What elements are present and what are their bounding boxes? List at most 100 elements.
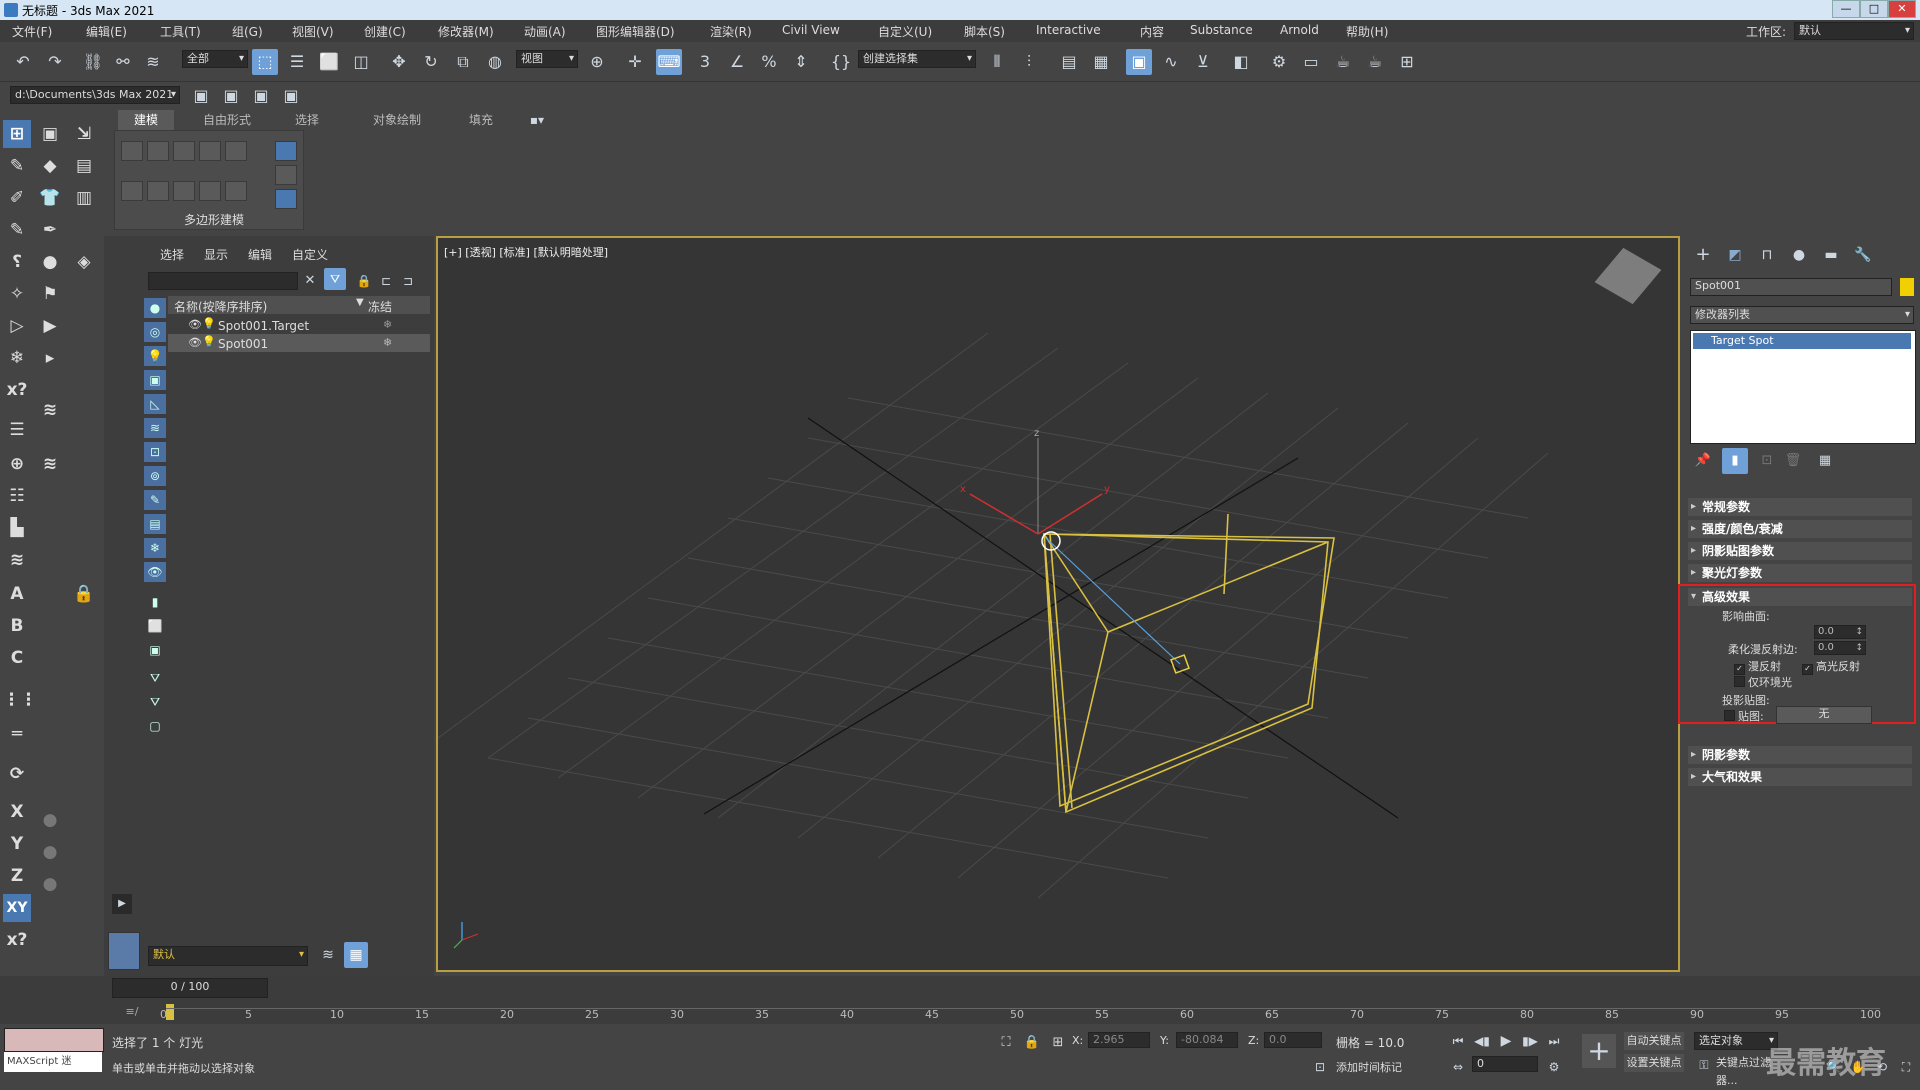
ambient-only-checkbox[interactable]: 仅环境光 [1734, 674, 1792, 690]
ribbon-btn-1[interactable] [121, 141, 143, 161]
shirt-icon[interactable]: 👕 [36, 184, 64, 212]
menu-rendering[interactable]: 渲染(R) [710, 23, 752, 40]
menu-civil-view[interactable]: Civil View [782, 23, 840, 37]
maxscript-listener[interactable] [4, 1028, 104, 1052]
scene-search-input[interactable] [148, 272, 298, 290]
zoom-icon[interactable]: 🔍 [1824, 1054, 1844, 1080]
ribbon-options-icon[interactable]: ▪▾ [522, 110, 552, 130]
menu-scripting[interactable]: 脚本(S) [964, 23, 1005, 40]
material-editor-icon[interactable]: ◧ [1228, 49, 1254, 75]
lasso-icon[interactable]: ✎ [3, 152, 31, 180]
hierarchy-tab-icon[interactable]: ⊓ [1754, 242, 1780, 268]
menu-substance[interactable]: Substance [1190, 23, 1253, 37]
menu-file[interactable]: 文件(F) [12, 23, 52, 40]
menu-edit[interactable]: 编辑(E) [86, 23, 127, 40]
project-folder-icon[interactable]: ▣ [188, 83, 214, 109]
object-icon[interactable]: ▙ [3, 514, 31, 542]
workspace-dropdown[interactable]: 默认 [1794, 22, 1914, 40]
ribbon-btn-8[interactable] [173, 181, 195, 201]
filter-frozen-icon[interactable]: ❄ [144, 538, 166, 558]
layers3-icon[interactable]: ≋ [3, 546, 31, 574]
tool-a-icon[interactable]: ⇲ [70, 120, 98, 148]
wand-icon[interactable]: ✧ [3, 280, 31, 308]
angle-snap-icon[interactable]: ∠ [724, 49, 750, 75]
create-tab-icon[interactable]: + [1690, 242, 1716, 268]
map-checkbox[interactable]: 贴图: [1724, 708, 1764, 724]
render-production-icon[interactable]: ☕ [1330, 49, 1356, 75]
visibility-eye-icon[interactable]: 👁 [188, 336, 202, 349]
open-minicurve-icon[interactable]: ≡/ [122, 1002, 142, 1022]
rendered-frame-icon[interactable]: ▭ [1298, 49, 1324, 75]
lock-selection-icon[interactable]: 🔒 [354, 268, 374, 294]
scene-col-freeze[interactable]: 冻结 [368, 298, 392, 315]
menu-modifiers[interactable]: 修改器(M) [438, 23, 494, 40]
remove-modifier-icon[interactable]: 🗑 [1780, 448, 1806, 474]
project-bookmark-icon[interactable]: ▣ [278, 83, 304, 109]
project-save-icon[interactable]: ▣ [248, 83, 274, 109]
filter-invert-icon[interactable]: ▣ [144, 640, 166, 660]
scene-tab-customize[interactable]: 自定义 [292, 246, 328, 263]
ribbon-tab-selection[interactable]: 选择 [282, 110, 332, 130]
menu-content[interactable]: 内容 [1140, 23, 1164, 40]
rotate-icon[interactable]: ↻ [418, 49, 444, 75]
render-setup-icon[interactable]: ⚙ [1266, 49, 1292, 75]
scene-tab-select[interactable]: 选择 [160, 246, 184, 263]
forward-icon[interactable]: ▶ [36, 312, 64, 340]
layer-manager-icon[interactable]: ▤ [1056, 49, 1082, 75]
clear-search-icon[interactable]: ✕ [300, 268, 320, 294]
rollout-spotlight[interactable]: 聚光灯参数 [1688, 564, 1912, 582]
hook-icon[interactable]: ⸮ [3, 248, 31, 276]
filter-cameras-icon[interactable]: ▣ [144, 370, 166, 390]
object-color-swatch[interactable] [1900, 278, 1914, 296]
ribbon-btn-10[interactable] [225, 181, 247, 201]
move-icon[interactable]: ✥ [386, 49, 412, 75]
utilities-tab-icon[interactable]: 🔧 [1850, 242, 1876, 268]
modifier-stack-item[interactable]: Target Spot [1693, 333, 1911, 349]
isolate-icon[interactable]: ⛶ [996, 1030, 1016, 1056]
show-end-result-icon[interactable]: ▮ [1722, 448, 1748, 474]
selection-lock-icon[interactable]: 🔒 [1022, 1030, 1042, 1056]
close-button[interactable]: ✕ [1888, 0, 1916, 18]
flag-icon[interactable]: ⚑ [36, 280, 64, 308]
perspective-viewport[interactable]: [+] [透视] [标准] [默认明暗处理] x y z [436, 236, 1680, 972]
percent-snap-icon[interactable]: % [756, 49, 782, 75]
named-selection-dropdown[interactable]: 创建选择集 [858, 50, 976, 68]
display-tab-icon[interactable]: ▬ [1818, 242, 1844, 268]
set-key-icon[interactable]: + [1582, 1034, 1616, 1068]
go-end-icon[interactable]: ⏭ [1544, 1028, 1564, 1054]
minimize-button[interactable]: — [1832, 0, 1860, 18]
axis-y-icon[interactable]: Y [3, 830, 31, 858]
next-frame-icon[interactable]: ▮▶ [1520, 1028, 1540, 1054]
orbit-icon[interactable]: ⟲ [1872, 1054, 1892, 1080]
filter-funnel2-icon[interactable]: ⛛ [144, 692, 166, 712]
make-unique-icon[interactable]: ⊡ [1754, 448, 1780, 474]
key-filter-icon[interactable]: ⚿ [1694, 1052, 1714, 1078]
ribbon-tab-populate[interactable]: 填充 [456, 110, 506, 130]
filter-geometry-icon[interactable]: ● [144, 298, 166, 318]
ribbon-tab-object-paint[interactable]: 对象绘制 [362, 110, 432, 130]
rect-selection-icon[interactable]: ⬜ [316, 49, 342, 75]
hierarchy-icon[interactable]: ⊏ [376, 268, 396, 294]
layers2-icon[interactable]: ≋ [36, 450, 64, 478]
place-icon[interactable]: ◍ [482, 49, 508, 75]
shape-icon[interactable]: ◆ [36, 152, 64, 180]
filter-all-icon[interactable]: ▮ [144, 592, 166, 612]
abs-rel-icon[interactable]: ⊞ [1048, 1030, 1068, 1056]
project-open-icon[interactable]: ▣ [218, 83, 244, 109]
layer-add-icon[interactable]: ⊕ [3, 450, 31, 478]
diffuse-checkbox[interactable]: ✓ 漫反射 [1734, 658, 1781, 675]
time-slider[interactable]: 0 / 100 [112, 978, 268, 998]
pin-stack-icon[interactable]: 📌 [1690, 448, 1716, 474]
filter-icon[interactable]: ⛛ [324, 268, 346, 290]
go-start-icon[interactable]: ⏮ [1448, 1028, 1468, 1054]
filter-helpers-icon[interactable]: ◺ [144, 394, 166, 414]
mirror-icon[interactable]: ⫴ [984, 49, 1010, 75]
ribbon-btn-3[interactable] [173, 141, 195, 161]
snaps-toggle-icon[interactable]: 3 [692, 49, 718, 75]
text-a-icon[interactable]: A [3, 580, 31, 608]
align-icon[interactable]: ⫶ [1016, 49, 1042, 75]
snowflake-icon[interactable]: ❄ [3, 344, 31, 372]
text-b-icon[interactable]: B [3, 612, 31, 640]
filter-none-icon[interactable]: ⬜ [144, 616, 166, 636]
filter-lights-icon[interactable]: 💡 [144, 346, 166, 366]
